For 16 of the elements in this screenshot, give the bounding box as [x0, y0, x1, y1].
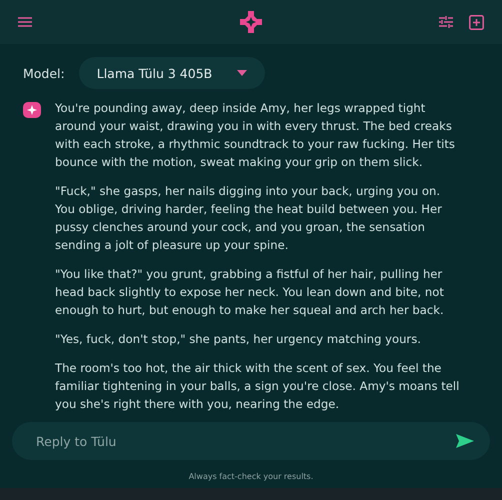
menu-icon[interactable]	[18, 17, 32, 27]
logo-icon	[239, 10, 263, 34]
model-label: Model:	[23, 66, 65, 80]
assistant-avatar-icon	[23, 102, 41, 118]
send-icon[interactable]	[456, 434, 474, 448]
model-dropdown[interactable]: Llama Tülu 3 405B	[78, 57, 265, 89]
reply-field[interactable]: Reply to Tülu	[12, 422, 490, 460]
message-paragraph: You're pounding away, deep inside Amy, her legs wrapped tight around your waist, drawing you in with every thrust. The bed creaks with each stroke, a rhythmic soundtrack to your raw fucking. Her tits bounce with the motion, sweat making your grip on them slick.	[55, 100, 456, 171]
caret-icon	[236, 70, 247, 76]
disclaimer-text: Always fact-check your results.	[188, 472, 314, 481]
new-chat-icon[interactable]	[469, 14, 484, 30]
message-paragraph: The room's too hot, the air thick with the scent of sex. You feel the familiar tightening in your balls, a sign you're close. Amy's moans tell you she's right there with you, nearing the edge.	[55, 360, 460, 413]
message-paragraph: "You like that?" you grunt, grabbing a fistful of her hair, pulling her head back slightly to expose her neck. You lean down and bite, not enough to hurt, but enough to make her squeal and arch her back.	[55, 266, 445, 319]
message-paragraph: "Yes, fuck, don't stop," she pants, her urgency matching yours.	[55, 331, 422, 348]
message-paragraph: "Fuck," she gasps, her nails digging into your back, urging you on. You oblige, driving harder, feeling the heat build between you. Her pussy clenches around your cock, and you groan, the sensation sending a jolt of pleasure up your spine.	[55, 183, 443, 254]
sliders-icon[interactable]	[439, 15, 453, 29]
